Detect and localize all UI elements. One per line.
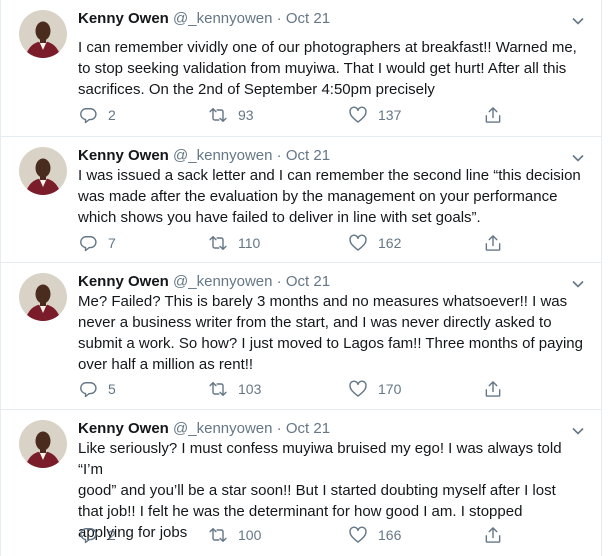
retweet-button[interactable]: 100 [208, 525, 261, 545]
separator-dot: · [276, 10, 282, 27]
retweet-icon [209, 528, 227, 542]
reply-icon [80, 382, 97, 398]
avatar-image [19, 10, 67, 58]
retweet-icon [209, 382, 227, 396]
reply-count: 2 [108, 107, 116, 123]
retweet-count: 110 [238, 235, 261, 251]
tweet-header: Kenny Owen @_kennyowen · Oct 21 [78, 9, 330, 29]
user-handle[interactable]: @_kennyowen [173, 10, 272, 27]
tweet-text: Me? Failed? This is barely 3 months and … [78, 293, 583, 373]
retweet-button[interactable]: 110 [208, 233, 260, 253]
like-count: 137 [378, 107, 402, 123]
display-name[interactable]: Kenny Owen [78, 420, 169, 437]
like-button[interactable]: 170 [348, 379, 401, 399]
retweet-icon [209, 108, 227, 122]
tweet[interactable]: Kenny Owen @_kennyowen · Oct 21 Like ser… [1, 410, 601, 556]
tweet-date[interactable]: Oct 21 [286, 147, 330, 164]
like-button[interactable]: 162 [348, 233, 401, 253]
reply-count: 5 [108, 381, 116, 397]
chevron-down-icon[interactable] [571, 424, 585, 438]
like-count: 162 [378, 235, 402, 251]
reply-icon [80, 236, 97, 252]
tweet[interactable]: Kenny Owen @_kennyowen · Oct 21 I was is… [1, 137, 601, 263]
like-icon [349, 526, 367, 543]
tweet-date[interactable]: Oct 21 [286, 10, 330, 27]
display-name[interactable]: Kenny Owen [78, 10, 169, 27]
tweet-header: Kenny Owen @_kennyowen · Oct 21 [78, 419, 330, 439]
tweet[interactable]: Kenny Owen @_kennyowen · Oct 21 I can re… [1, 0, 601, 137]
tweet-thread: Kenny Owen @_kennyowen · Oct 21 I can re… [0, 0, 602, 556]
user-handle[interactable]: @_kennyowen [173, 420, 272, 437]
like-button[interactable]: 137 [348, 105, 401, 125]
chevron-down-icon[interactable] [571, 277, 585, 291]
separator-dot: · [276, 147, 282, 164]
share-button[interactable] [483, 525, 503, 545]
reply-button[interactable]: 7 [78, 233, 116, 253]
display-name[interactable]: Kenny Owen [78, 273, 169, 290]
reply-count: 7 [108, 235, 116, 251]
like-count: 170 [378, 381, 402, 397]
like-icon [349, 234, 367, 251]
tweet-actions: 5 103 170 [78, 379, 518, 399]
tweet-header: Kenny Owen @_kennyowen · Oct 21 [78, 272, 330, 292]
tweet-date[interactable]: Oct 21 [286, 273, 330, 290]
chevron-down-icon[interactable] [571, 151, 585, 165]
reply-icon [80, 528, 97, 544]
share-icon [485, 107, 501, 123]
reply-button[interactable]: 5 [78, 379, 116, 399]
avatar-image [19, 147, 67, 195]
share-button[interactable] [483, 233, 503, 253]
retweet-button[interactable]: 93 [208, 105, 254, 125]
user-handle[interactable]: @_kennyowen [173, 147, 272, 164]
retweet-count: 93 [238, 107, 254, 123]
like-icon [349, 106, 367, 123]
like-icon [349, 380, 367, 397]
tweet-text: I was issued a sack letter and I can rem… [78, 167, 581, 226]
tweet-actions: 2 93 137 [78, 105, 518, 125]
like-button[interactable]: 166 [348, 525, 401, 545]
avatar[interactable] [19, 10, 67, 58]
avatar-image [19, 420, 67, 468]
reply-icon [80, 108, 97, 124]
avatar[interactable] [19, 273, 67, 321]
tweet-text: I can remember vividly one of our photog… [78, 39, 577, 98]
tweet-header: Kenny Owen @_kennyowen · Oct 21 [78, 146, 330, 166]
tweet[interactable]: Kenny Owen @_kennyowen · Oct 21 Me? Fail… [1, 263, 601, 410]
display-name[interactable]: Kenny Owen [78, 147, 169, 164]
avatar[interactable] [19, 147, 67, 195]
user-handle[interactable]: @_kennyowen [173, 273, 272, 290]
separator-dot: · [276, 273, 282, 290]
share-button[interactable] [483, 105, 503, 125]
tweet-actions: 2 100 166 [78, 525, 518, 545]
share-button[interactable] [483, 379, 503, 399]
share-icon [485, 235, 501, 251]
tweet-actions: 7 110 162 [78, 233, 518, 253]
retweet-count: 100 [238, 527, 262, 543]
reply-button[interactable]: 2 [78, 105, 116, 125]
retweet-count: 103 [238, 381, 262, 397]
share-icon [485, 381, 501, 397]
separator-dot: · [276, 420, 282, 437]
retweet-icon [209, 236, 227, 250]
retweet-button[interactable]: 103 [208, 379, 261, 399]
reply-button[interactable]: 2 [78, 525, 116, 545]
reply-count: 2 [108, 527, 116, 543]
avatar[interactable] [19, 420, 67, 468]
share-icon [485, 527, 501, 543]
like-count: 166 [378, 527, 402, 543]
tweet-date[interactable]: Oct 21 [286, 420, 330, 437]
avatar-image [19, 273, 67, 321]
chevron-down-icon[interactable] [571, 14, 585, 28]
